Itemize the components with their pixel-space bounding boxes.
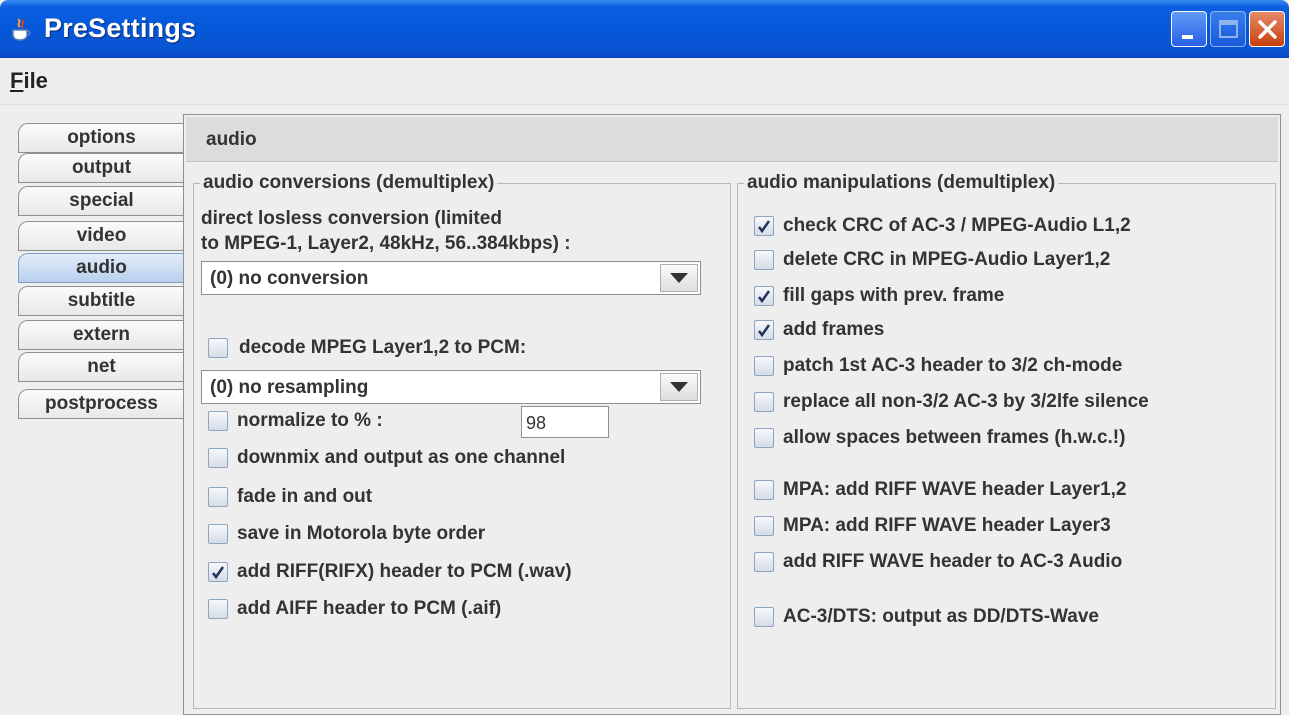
chevron-down-icon	[670, 382, 688, 392]
panel-title: audio	[206, 129, 257, 150]
tab-extern[interactable]: extern	[18, 320, 184, 350]
presettings-window: PreSettings File options output special …	[0, 0, 1289, 715]
checkbox-label: save in Motorola byte order	[237, 523, 486, 544]
maximize-icon	[1219, 20, 1238, 38]
menu-file-mnemonic: F	[10, 68, 24, 93]
tab-label: special	[69, 190, 134, 211]
dropdown-button[interactable]	[660, 373, 698, 401]
group-title: audio manipulations (demultiplex)	[744, 172, 1059, 194]
downmix-checkbox-row[interactable]: downmix and output as one channel	[208, 447, 708, 471]
fade-in-out-checkbox[interactable]	[208, 487, 228, 507]
checkbox-label: add RIFF(RIFX) header to PCM (.wav)	[237, 561, 572, 582]
menu-bar: File	[0, 58, 1289, 105]
panel-header: audio	[186, 117, 1278, 162]
tab-video[interactable]: video	[18, 221, 184, 251]
conversion-description-line1: direct losless conversion (limited	[201, 208, 502, 229]
close-button[interactable]	[1249, 11, 1285, 47]
motorola-byte-order-checkbox-row[interactable]: save in Motorola byte order	[208, 523, 708, 547]
checkbox-label: decode MPEG Layer1,2 to PCM:	[239, 337, 527, 358]
conversion-description-line2: to MPEG-1, Layer2, 48kHz, 56..384kbps) :	[201, 233, 571, 254]
tab-label: postprocess	[45, 393, 158, 414]
normalize-checkbox-row[interactable]: normalize to % :	[208, 410, 508, 434]
tab-postprocess[interactable]: postprocess	[18, 389, 184, 419]
dropdown-button[interactable]	[660, 264, 698, 292]
tab-label: audio	[76, 257, 127, 278]
maximize-button[interactable]	[1210, 11, 1246, 47]
menu-file-label: ile	[23, 68, 48, 93]
tab-label: output	[71, 157, 132, 178]
tab-label: video	[76, 225, 127, 246]
resampling-select-value: (0) no resampling	[210, 377, 369, 398]
normalize-percent-input[interactable]	[521, 406, 609, 438]
add-aiff-header-checkbox-row[interactable]: add AIFF header to PCM (.aif)	[208, 598, 708, 622]
content-area: options output special video audio subti…	[0, 105, 1289, 715]
tab-output[interactable]: output	[18, 153, 184, 183]
tab-label: net	[87, 356, 116, 377]
minimize-button[interactable]	[1171, 11, 1207, 47]
checkbox-label: fade in and out	[237, 486, 373, 507]
chevron-down-icon	[670, 273, 688, 283]
close-icon	[1258, 20, 1277, 39]
downmix-checkbox[interactable]	[208, 448, 228, 468]
audio-manipulations-group: audio manipulations (demultiplex)	[737, 172, 1276, 709]
checkbox-label: downmix and output as one channel	[237, 447, 566, 468]
normalize-checkbox[interactable]	[208, 411, 228, 431]
tab-net[interactable]: net	[18, 352, 184, 382]
resampling-select[interactable]: (0) no resampling	[201, 370, 701, 404]
tab-audio[interactable]: audio	[18, 253, 184, 283]
add-aiff-header-checkbox[interactable]	[208, 599, 228, 619]
decode-mpeg-checkbox[interactable]	[208, 338, 228, 358]
decode-mpeg-checkbox-row[interactable]: decode MPEG Layer1,2 to PCM:	[208, 337, 688, 361]
group-title: audio conversions (demultiplex)	[200, 172, 498, 194]
tab-label: extern	[72, 324, 131, 345]
fade-in-out-checkbox-row[interactable]: fade in and out	[208, 486, 708, 510]
minimize-icon	[1182, 35, 1193, 39]
motorola-byte-order-checkbox[interactable]	[208, 524, 228, 544]
title-bar[interactable]: PreSettings	[0, 0, 1289, 58]
conversion-select-value: (0) no conversion	[210, 268, 369, 289]
tab-label: options	[67, 127, 136, 148]
checkbox-label: add AIFF header to PCM (.aif)	[237, 598, 502, 619]
conversion-select[interactable]: (0) no conversion	[201, 261, 701, 295]
java-cup-icon	[10, 18, 32, 42]
audio-panel: audio audio conversions (demultiplex) di…	[183, 114, 1281, 715]
tab-special[interactable]: special	[18, 186, 184, 216]
tab-subtitle[interactable]: subtitle	[18, 286, 184, 316]
tab-options[interactable]: options	[18, 123, 184, 153]
add-riff-header-checkbox-row[interactable]: add RIFF(RIFX) header to PCM (.wav)	[208, 561, 708, 585]
menu-file[interactable]: File	[10, 68, 48, 94]
tab-label: subtitle	[67, 290, 136, 311]
window-title: PreSettings	[44, 13, 197, 43]
checkmark-icon	[212, 566, 225, 579]
add-riff-header-checkbox[interactable]	[208, 562, 228, 582]
checkbox-label: normalize to % :	[237, 410, 383, 431]
